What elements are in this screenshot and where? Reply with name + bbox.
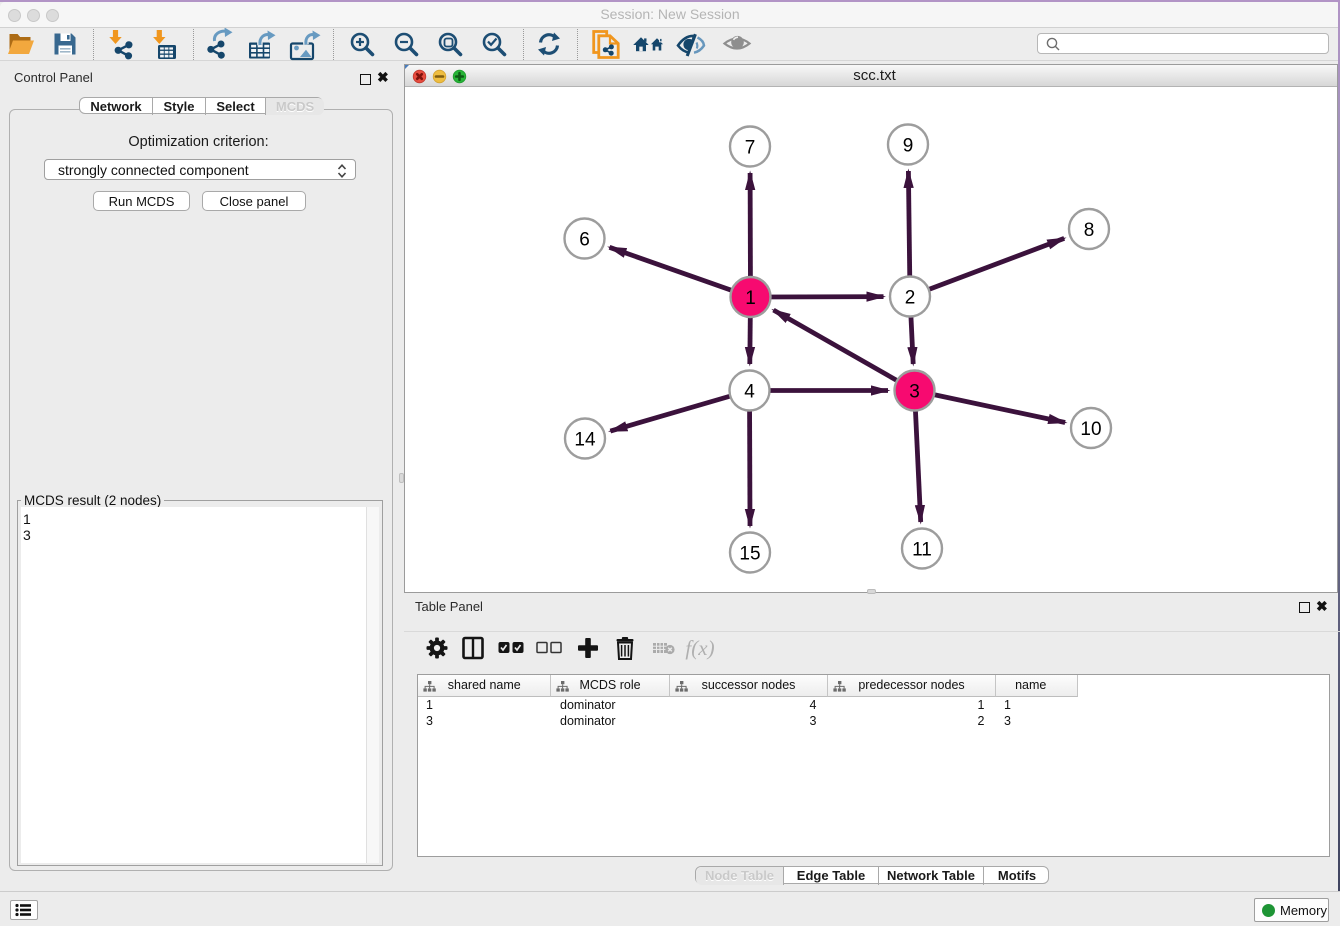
svg-text:14: 14 <box>574 430 596 451</box>
svg-text:f(x): f(x) <box>685 636 714 660</box>
svg-text:11: 11 <box>912 540 932 561</box>
svg-text:2: 2 <box>905 288 916 309</box>
svg-text:8: 8 <box>1084 220 1095 241</box>
svg-text:6: 6 <box>579 230 590 251</box>
svg-text:4: 4 <box>744 382 755 403</box>
svg-text:10: 10 <box>1080 419 1101 440</box>
svg-text:9: 9 <box>903 136 914 157</box>
svg-text:1: 1 <box>745 288 756 309</box>
svg-text:7: 7 <box>745 138 756 159</box>
svg-text:15: 15 <box>739 544 760 565</box>
svg-text:3: 3 <box>909 382 920 403</box>
